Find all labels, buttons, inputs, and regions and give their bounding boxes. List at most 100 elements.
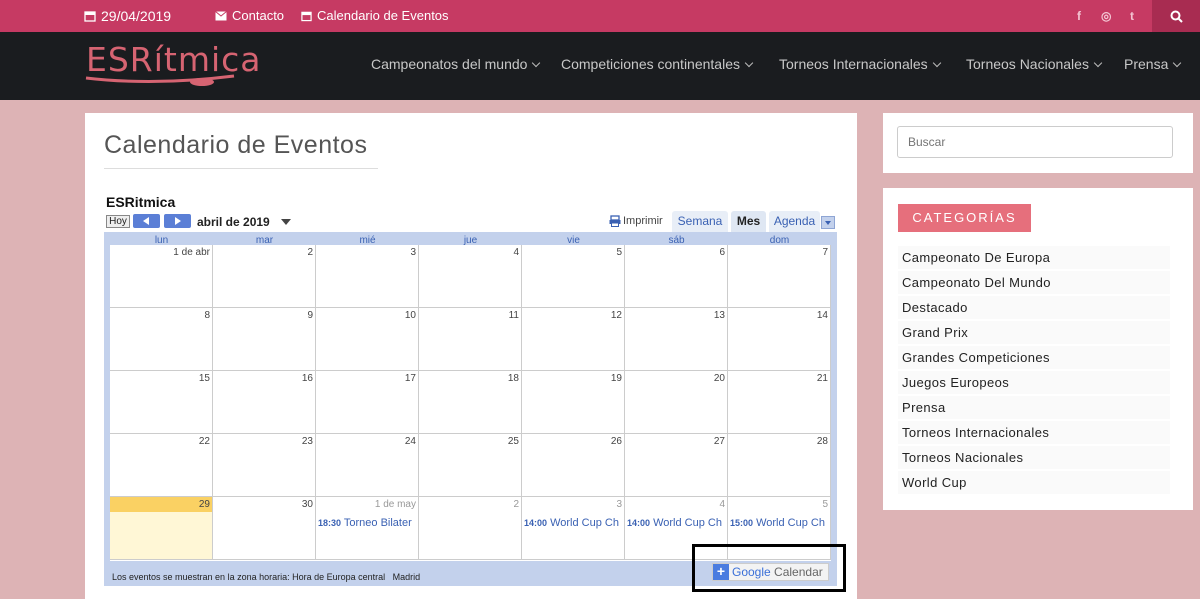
day-cell[interactable]: 15 bbox=[110, 371, 213, 434]
view-menu-dropdown[interactable] bbox=[821, 216, 835, 229]
day-number: 5 bbox=[822, 499, 828, 510]
search-input[interactable] bbox=[897, 126, 1173, 158]
day-cell[interactable]: 2 bbox=[213, 245, 316, 308]
nav-campeonatos-mundo[interactable]: Campeonatos del mundo bbox=[371, 56, 541, 72]
plus-icon: + bbox=[713, 564, 729, 580]
next-month-button[interactable] bbox=[164, 214, 191, 228]
day-cell[interactable]: 26 bbox=[522, 434, 625, 497]
calendar-events-link[interactable]: Calendario de Eventos bbox=[301, 8, 449, 23]
facebook-icon[interactable]: f bbox=[1077, 9, 1081, 23]
day-cell[interactable]: 28 bbox=[728, 434, 831, 497]
day-cell[interactable]: 23 bbox=[213, 434, 316, 497]
day-cell[interactable]: 6 bbox=[625, 245, 728, 308]
month-label: abril de 2019 bbox=[197, 215, 270, 229]
category-link[interactable]: Campeonato De Europa bbox=[898, 246, 1170, 269]
nav-label: Torneos Internacionales bbox=[779, 56, 928, 72]
month-dropdown-icon[interactable] bbox=[281, 219, 291, 225]
day-cell[interactable]: 13 bbox=[625, 308, 728, 371]
day-cell[interactable]: 14 bbox=[728, 308, 831, 371]
day-cell[interactable]: 3 bbox=[316, 245, 419, 308]
calendar-event[interactable]: 18:30 Torneo Bilater bbox=[318, 517, 418, 529]
day-cell[interactable]: 24 bbox=[316, 434, 419, 497]
nav-label: Torneos Nacionales bbox=[966, 56, 1089, 72]
category-link[interactable]: Torneos Internacionales bbox=[898, 421, 1170, 444]
category-link[interactable]: Destacado bbox=[898, 296, 1170, 319]
nav-torneos-nacionales[interactable]: Torneos Nacionales bbox=[966, 56, 1103, 72]
tab-semana[interactable]: Semana bbox=[672, 211, 728, 232]
prev-month-button[interactable] bbox=[133, 214, 160, 228]
day-cell[interactable]: 25 bbox=[419, 434, 522, 497]
print-button[interactable]: Imprimir bbox=[609, 215, 667, 227]
day-number: 10 bbox=[404, 310, 416, 321]
day-cell[interactable]: 30 bbox=[213, 497, 316, 560]
category-link[interactable]: Grandes Competiciones bbox=[898, 346, 1170, 369]
top-bar: 29/04/2019 Contacto Calendario de Evento… bbox=[0, 0, 1200, 32]
day-cell[interactable]: 22 bbox=[110, 434, 213, 497]
day-cell[interactable]: 3 14:00 World Cup Ch bbox=[522, 497, 625, 560]
day-number: 26 bbox=[610, 436, 622, 447]
tab-mes[interactable]: Mes bbox=[731, 211, 766, 232]
nav-label: Prensa bbox=[1124, 56, 1169, 72]
main-content: Calendario de Eventos ESRitmica Hoy abri… bbox=[85, 113, 857, 599]
twitter-icon[interactable]: t bbox=[1130, 9, 1134, 23]
day-cell-today[interactable]: 29 bbox=[110, 497, 213, 560]
day-number: 15 bbox=[198, 373, 210, 384]
day-cell[interactable]: 1 de may 18:30 Torneo Bilater bbox=[316, 497, 419, 560]
day-number: 9 bbox=[307, 310, 313, 321]
day-number: 1 de abr bbox=[173, 247, 210, 258]
event-time: 15:00 bbox=[730, 518, 754, 528]
search-widget bbox=[883, 113, 1193, 173]
print-label: Imprimir bbox=[623, 215, 663, 227]
today-button[interactable]: Hoy bbox=[106, 215, 130, 228]
contact-link[interactable]: Contacto bbox=[215, 8, 284, 23]
printer-icon bbox=[609, 215, 621, 227]
day-cell[interactable]: 19 bbox=[522, 371, 625, 434]
day-cell[interactable]: 10 bbox=[316, 308, 419, 371]
search-button[interactable] bbox=[1152, 0, 1200, 32]
calendar-event[interactable]: 15:00 World Cup Ch bbox=[730, 517, 830, 529]
calendar-event[interactable]: 14:00 World Cup Ch bbox=[524, 517, 624, 529]
day-cell[interactable]: 2 bbox=[419, 497, 522, 560]
calendar-event[interactable]: 14:00 World Cup Ch bbox=[627, 517, 727, 529]
add-to-google-calendar-button[interactable]: + Google Calendar bbox=[712, 563, 829, 581]
nav-competiciones-continentales[interactable]: Competiciones continentales bbox=[561, 56, 754, 72]
day-cell[interactable]: 21 bbox=[728, 371, 831, 434]
day-cell[interactable]: 12 bbox=[522, 308, 625, 371]
day-cell[interactable]: 4 bbox=[419, 245, 522, 308]
nav-torneos-internacionales[interactable]: Torneos Internacionales bbox=[779, 56, 941, 72]
nav-prensa[interactable]: Prensa bbox=[1124, 56, 1182, 72]
category-link[interactable]: Campeonato Del Mundo bbox=[898, 271, 1170, 294]
day-cell[interactable]: 18 bbox=[419, 371, 522, 434]
category-link[interactable]: Grand Prix bbox=[898, 321, 1170, 344]
categories-title: CATEGORÍAS bbox=[898, 204, 1031, 232]
day-cell[interactable]: 5 bbox=[522, 245, 625, 308]
category-link[interactable]: World Cup bbox=[898, 471, 1170, 494]
category-link[interactable]: Torneos Nacionales bbox=[898, 446, 1170, 469]
day-cell[interactable]: 17 bbox=[316, 371, 419, 434]
day-number: 17 bbox=[404, 373, 416, 384]
instagram-icon[interactable]: ◎ bbox=[1101, 9, 1111, 23]
day-number: 23 bbox=[301, 436, 313, 447]
day-number: 5 bbox=[616, 247, 622, 258]
envelope-icon bbox=[215, 10, 227, 20]
event-time: 18:30 bbox=[318, 518, 342, 528]
day-cell[interactable]: 27 bbox=[625, 434, 728, 497]
day-cell[interactable]: 16 bbox=[213, 371, 316, 434]
chevron-down-icon bbox=[744, 58, 754, 67]
day-cell[interactable]: 1 de abr bbox=[110, 245, 213, 308]
day-cell[interactable]: 8 bbox=[110, 308, 213, 371]
tab-agenda[interactable]: Agenda bbox=[769, 211, 820, 232]
category-link[interactable]: Juegos Europeos bbox=[898, 371, 1170, 394]
day-number: 22 bbox=[198, 436, 210, 447]
event-time: 14:00 bbox=[524, 518, 548, 528]
day-cell[interactable]: 20 bbox=[625, 371, 728, 434]
category-link[interactable]: Prensa bbox=[898, 396, 1170, 419]
day-cell[interactable]: 11 bbox=[419, 308, 522, 371]
day-cell[interactable]: 9 bbox=[213, 308, 316, 371]
day-number: 2 bbox=[307, 247, 313, 258]
day-number: 19 bbox=[610, 373, 622, 384]
chevron-down-icon bbox=[932, 58, 941, 67]
day-cell[interactable]: 7 bbox=[728, 245, 831, 308]
google-calendar-label: Google Calendar bbox=[732, 565, 823, 579]
day-number: 3 bbox=[410, 247, 416, 258]
